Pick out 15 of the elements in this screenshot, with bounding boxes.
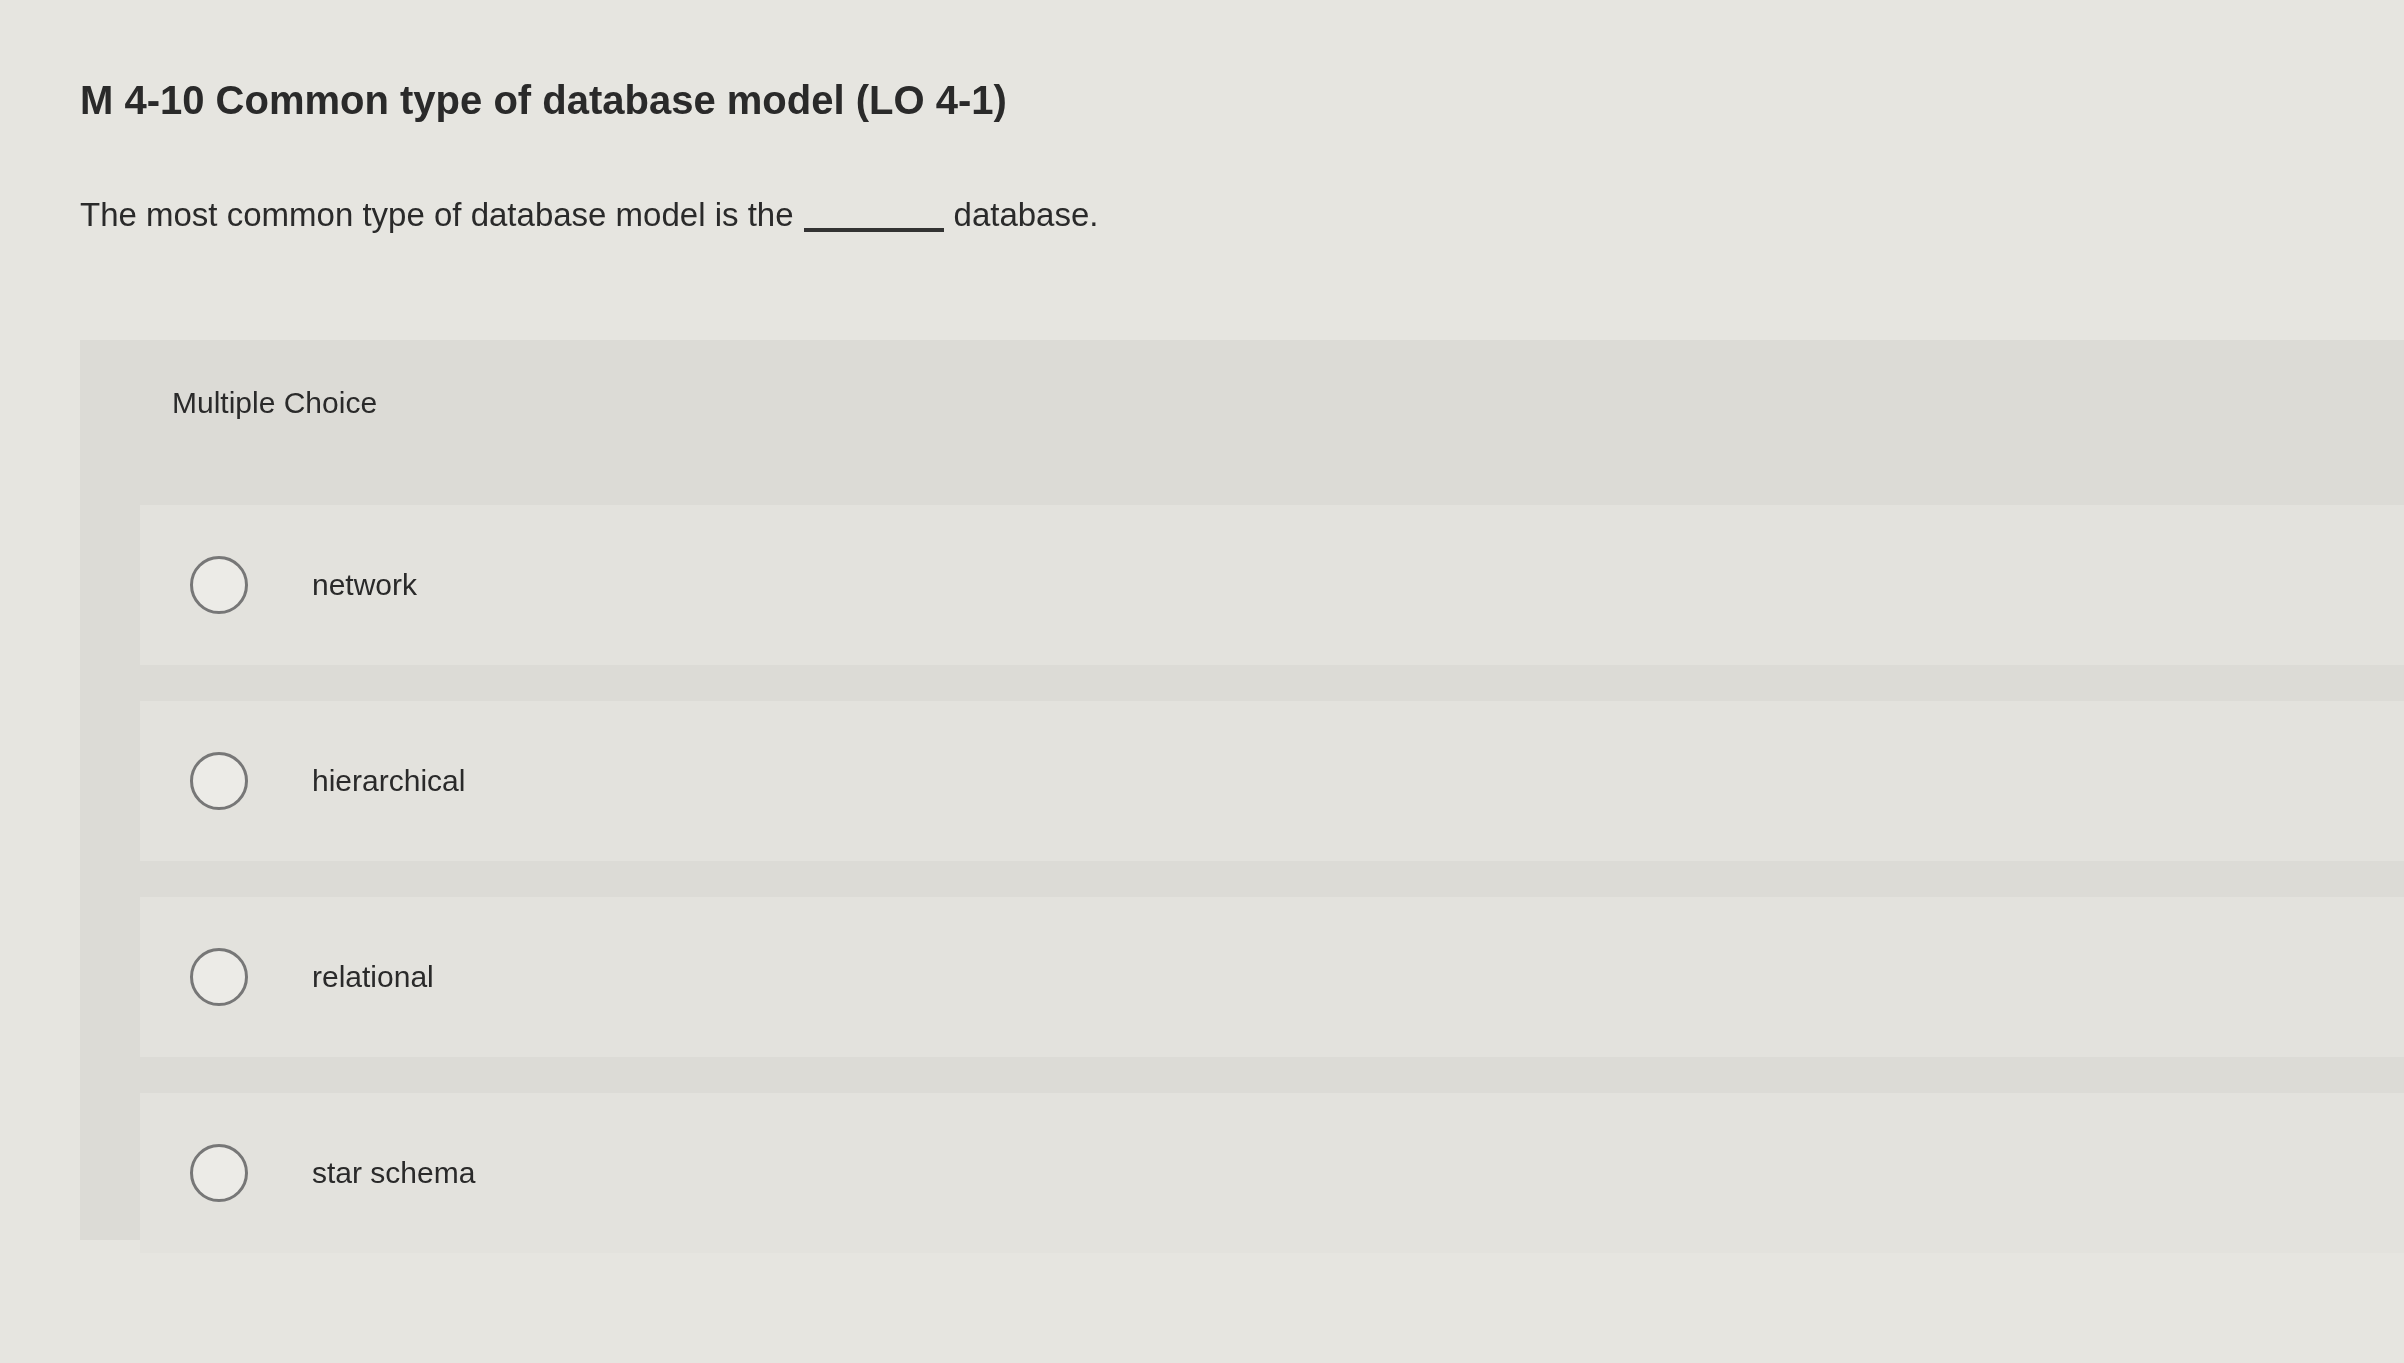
radio-button[interactable] bbox=[190, 1143, 248, 1202]
option-label: network bbox=[312, 567, 418, 603]
question-text: database. bbox=[953, 195, 1099, 235]
question-text: The most common type of database model is the bbox=[80, 195, 794, 235]
radio-button[interactable] bbox=[190, 947, 248, 1006]
radio-button[interactable] bbox=[190, 751, 248, 810]
panel-heading: Multiple Choice bbox=[172, 385, 378, 419]
radio-button[interactable] bbox=[190, 555, 248, 614]
choice-option[interactable]: network bbox=[140, 504, 2404, 665]
option-label: hierarchical bbox=[312, 763, 466, 799]
option-label: star schema bbox=[312, 1155, 476, 1191]
option-label: relational bbox=[312, 959, 434, 995]
choice-option[interactable]: relational bbox=[140, 896, 2404, 1057]
choice-option[interactable]: hierarchical bbox=[140, 700, 2404, 861]
question-title: M 4-10 Common type of database model (LO 4-1) bbox=[80, 77, 1007, 124]
